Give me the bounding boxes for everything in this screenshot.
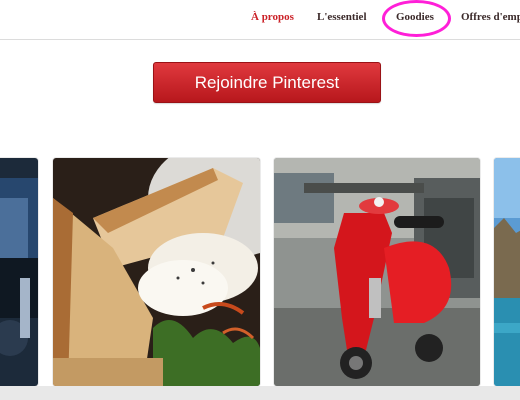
pin-card-scooter[interactable] xyxy=(274,158,480,386)
pin-card-food[interactable] xyxy=(53,158,260,386)
food-image xyxy=(53,158,260,386)
pin-card-camera[interactable] xyxy=(0,158,38,386)
page-bottom-strip xyxy=(0,386,520,400)
top-navigation-bar: À propos L'essentiel Goodies Offres d'em… xyxy=(0,0,520,40)
nav-link-offres-emploi[interactable]: Offres d'emp xyxy=(461,11,520,23)
cta-section: Rejoindre Pinterest xyxy=(0,40,520,158)
join-pinterest-button[interactable]: Rejoindre Pinterest xyxy=(153,62,381,103)
image-grid xyxy=(0,158,520,386)
landscape-image xyxy=(494,158,520,386)
highlight-annotation-circle xyxy=(382,0,451,37)
nav-link-a-propos[interactable]: À propos xyxy=(251,11,294,23)
pin-card-landscape[interactable] xyxy=(494,158,520,386)
scooter-image xyxy=(274,158,480,386)
nav-link-essentiel[interactable]: L'essentiel xyxy=(317,11,367,23)
camera-image xyxy=(0,158,38,386)
